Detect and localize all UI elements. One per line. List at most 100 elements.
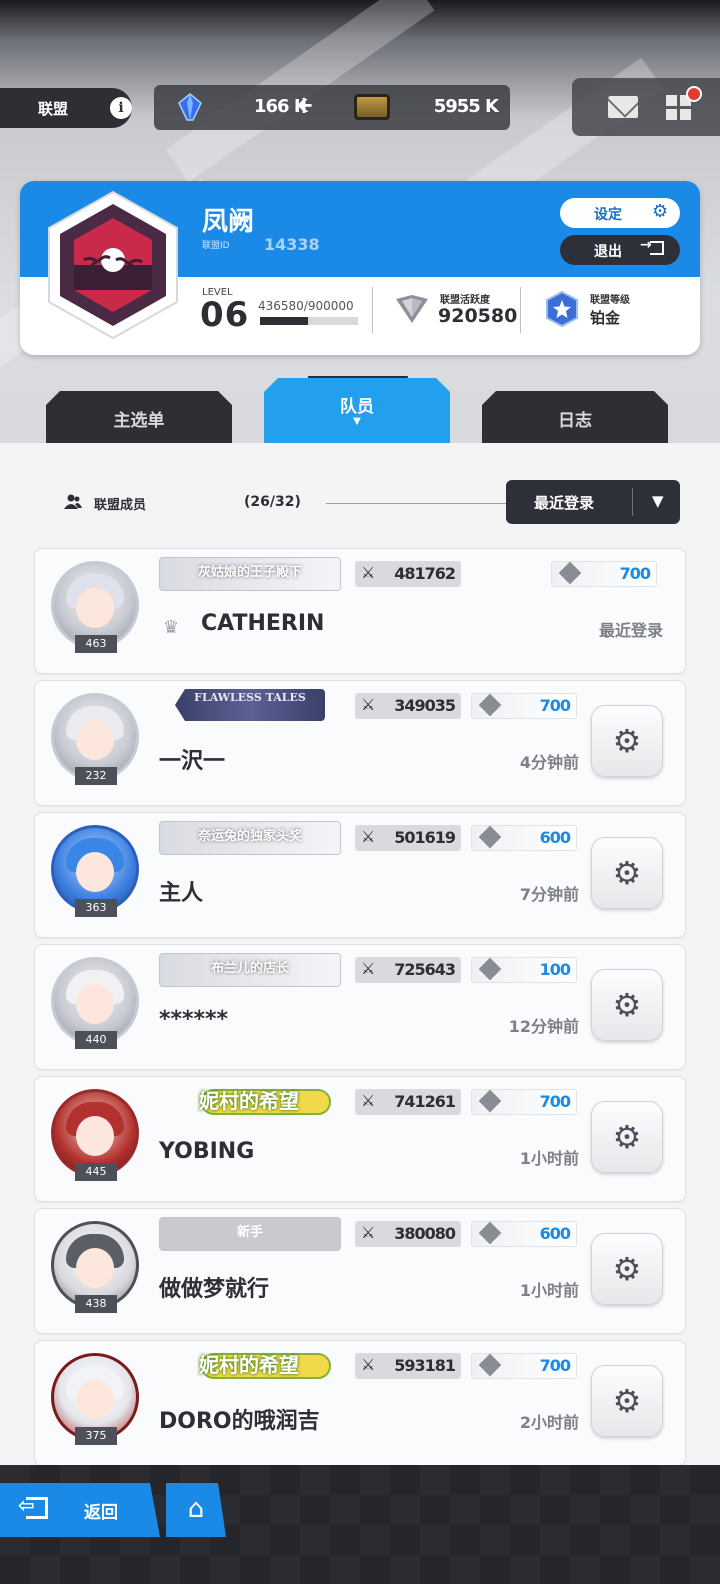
member-name: 主人 (159, 881, 204, 906)
combat-power: ⚔ 349035 (355, 693, 461, 719)
gear-icon: ⚙ (612, 1250, 642, 1288)
combat-power: ⚔ 741261 (355, 1089, 461, 1115)
union-id: 14338 (264, 235, 320, 254)
avatar-face (76, 588, 114, 628)
notification-dot (686, 86, 702, 102)
diamond-icon (478, 1089, 502, 1113)
combat-power: ⚔ 593181 (355, 1353, 461, 1379)
back-label: 返回 (84, 1503, 118, 1523)
member-settings-button[interactable]: ⚙ (591, 1101, 663, 1173)
member-name: YOBING (159, 1139, 255, 1164)
crossed-swords-icon: ⚔ (361, 827, 376, 846)
ticket-amount: 5955 K (433, 96, 499, 117)
chevron-down-icon: ▼ (652, 492, 664, 510)
member-name: 一沢一 (159, 749, 226, 774)
diamond-icon (478, 1353, 502, 1377)
contribution: 700 (471, 1353, 577, 1379)
diamond-icon (478, 1221, 502, 1245)
members-label: 联盟成员 (94, 498, 147, 513)
currency-bar: 166 K + 5955 K (154, 85, 510, 130)
contribution: 700 (471, 1089, 577, 1115)
contribution-value: 700 (539, 1356, 571, 1375)
last-login: 4分钟前 (519, 753, 579, 772)
member-row[interactable]: 438 新手 ⚔ 380080 600 做做梦就行 1小时前 ⚙ (34, 1208, 686, 1334)
contribution-value: 700 (539, 1092, 571, 1111)
member-settings-button[interactable]: ⚙ (591, 1365, 663, 1437)
member-row[interactable]: 363 奈运兔的独家头奖 ⚔ 501619 600 主人 7分钟前 ⚙ (34, 812, 686, 938)
contribution-value: 700 (619, 564, 651, 583)
info-icon[interactable]: i (110, 97, 132, 119)
member-name: DORO的哦润吉 (159, 1409, 320, 1434)
member-title-badge: 灰姑娘的王子殿下 (159, 557, 341, 591)
tab-members[interactable]: 队员 ▼ (264, 378, 450, 443)
tab-main-menu[interactable]: 主选单 (46, 391, 232, 443)
combat-power-value: 725643 (394, 960, 456, 979)
avatar-face (76, 1116, 114, 1156)
sort-dropdown[interactable]: 最近登录 ▼ (506, 480, 680, 524)
diamond-icon (478, 957, 502, 981)
combat-power: ⚔ 725643 (355, 957, 461, 983)
crossed-swords-icon: ⚔ (361, 695, 376, 714)
back-button[interactable]: ⇦ 返回 (0, 1483, 160, 1537)
gear-icon: ⚙ (612, 1118, 642, 1156)
member-row[interactable]: 375 妮村的希望 ⚔ 593181 700 DORO的哦润吉 2小时前 ⚙ (34, 1340, 686, 1466)
contribution-value: 600 (539, 1224, 571, 1243)
settings-label: 设定 (594, 207, 622, 223)
last-login: 1小时前 (519, 1281, 579, 1300)
crossed-swords-icon: ⚔ (361, 1223, 376, 1242)
member-row[interactable]: 440 布兰儿的店长 ⚔ 725643 100 ****** 12分钟前 ⚙ (34, 944, 686, 1070)
union-emblem-icon (48, 190, 178, 340)
gem-icon (178, 93, 202, 121)
divider (632, 488, 633, 516)
alliance-tab[interactable]: 联盟 i (0, 88, 132, 128)
home-icon: ⌂ (187, 1494, 205, 1524)
union-level: 06 (200, 295, 250, 335)
contribution: 700 (471, 693, 577, 719)
combat-power: ⚔ 380080 (355, 1221, 461, 1247)
rank-label: 联盟等级 (590, 295, 630, 306)
exit-icon (640, 237, 664, 255)
member-row[interactable]: 463 灰姑娘的王子殿下 ⚔ 481762 700 ♛ CATHERIN 最近登… (34, 548, 686, 674)
member-level: 463 (75, 635, 117, 653)
members-icon (64, 494, 82, 509)
member-title-badge: 妮村的希望 (159, 1085, 339, 1117)
combat-power-value: 380080 (394, 1224, 456, 1243)
exit-label: 退出 (594, 244, 622, 260)
contribution-value: 600 (539, 828, 571, 847)
member-title-badge: 奈运兔的独家头奖 (159, 821, 341, 855)
member-title-badge: FLAWLESS TALES (175, 689, 325, 721)
crown-icon: ♛ (163, 617, 180, 638)
member-settings-button[interactable]: ⚙ (591, 1233, 663, 1305)
member-row[interactable]: 232 FLAWLESS TALES ⚔ 349035 700 一沢一 4分钟前… (34, 680, 686, 806)
member-row[interactable]: 445 妮村的希望 ⚔ 741261 700 YOBING 1小时前 ⚙ (34, 1076, 686, 1202)
member-level: 232 (75, 767, 117, 785)
divider (372, 287, 373, 333)
member-name: CATHERIN (201, 611, 325, 636)
combat-power-value: 481762 (394, 564, 456, 583)
contribution-value: 100 (539, 960, 571, 979)
last-login: 7分钟前 (519, 885, 579, 904)
last-login: 2小时前 (519, 1413, 579, 1432)
member-name: ****** (159, 1007, 229, 1032)
top-right-actions (572, 78, 720, 136)
settings-button[interactable]: 设定 ⚙ (560, 198, 680, 228)
union-activity: 920580 (438, 305, 518, 327)
add-gems-button[interactable]: + (294, 91, 314, 119)
home-button[interactable]: ⌂ (166, 1483, 226, 1537)
avatar-face (76, 1248, 114, 1288)
member-title-badge: 新手 (159, 1217, 341, 1251)
combat-power-value: 741261 (394, 1092, 456, 1111)
contribution: 600 (471, 825, 577, 851)
exit-button[interactable]: 退出 (560, 235, 680, 265)
crossed-swords-icon: ⚔ (361, 563, 376, 582)
member-settings-button[interactable]: ⚙ (591, 705, 663, 777)
member-level: 438 (75, 1295, 117, 1313)
avatar-face (76, 984, 114, 1024)
member-settings-button[interactable]: ⚙ (591, 837, 663, 909)
tab-log[interactable]: 日志 (482, 391, 668, 443)
combat-power-value: 501619 (394, 828, 456, 847)
ticket-icon (354, 94, 390, 120)
members-count: (26/32) (244, 494, 301, 510)
member-settings-button[interactable]: ⚙ (591, 969, 663, 1041)
mail-icon[interactable] (608, 96, 638, 118)
